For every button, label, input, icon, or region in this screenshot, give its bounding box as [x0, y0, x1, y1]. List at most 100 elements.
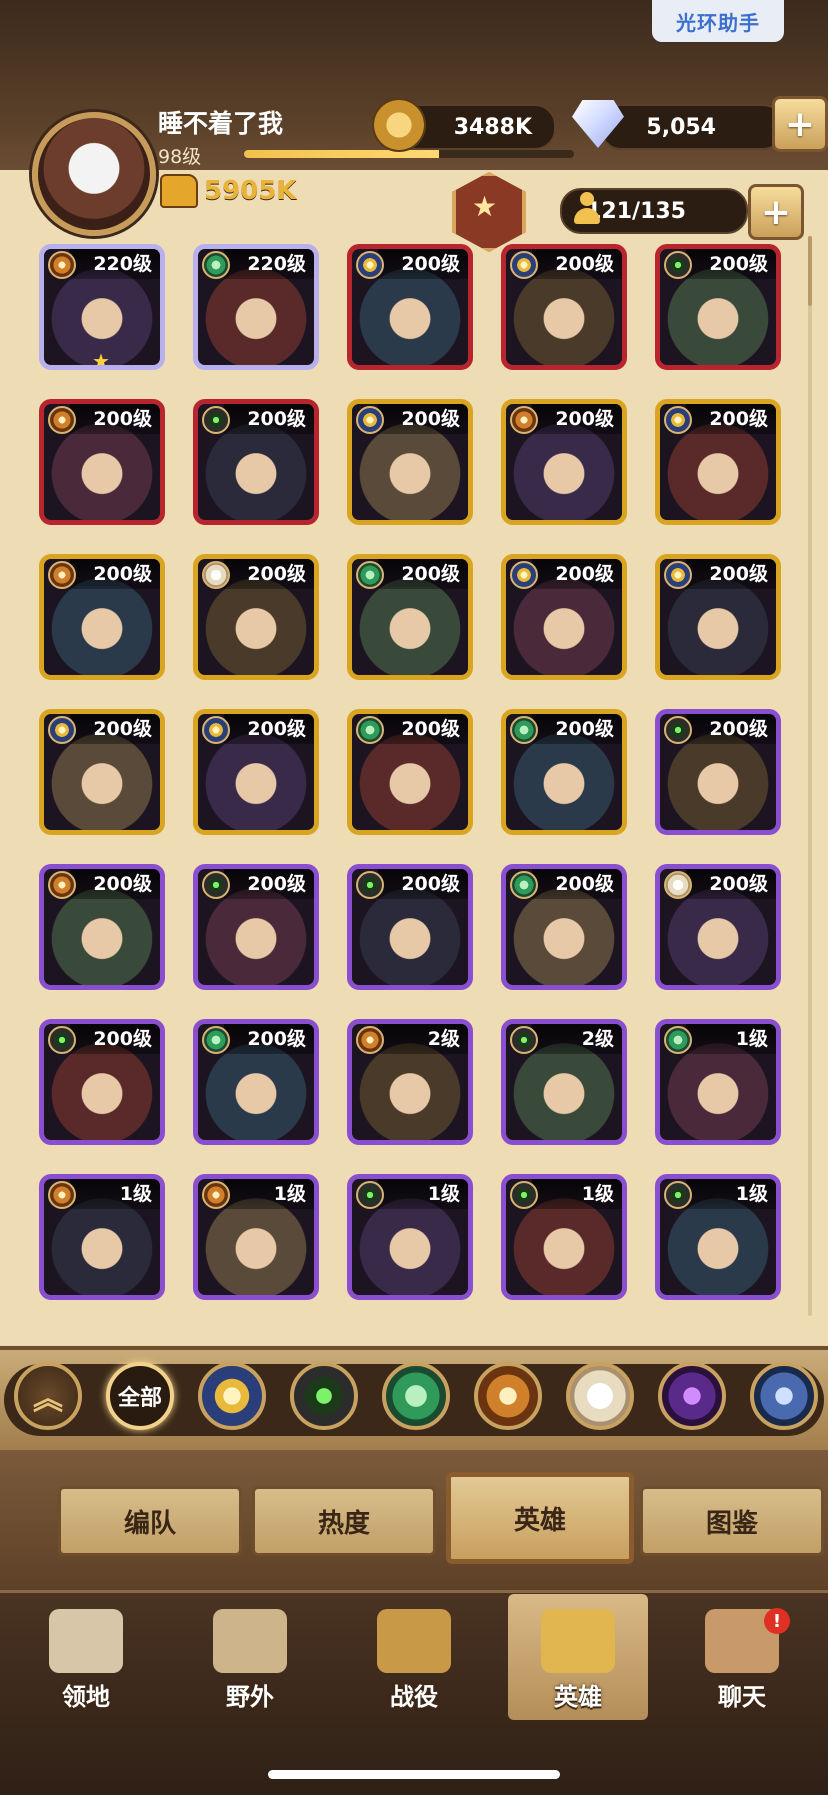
- lightbearers-faction-icon: [510, 251, 538, 279]
- hero-level: 200级: [378, 249, 468, 279]
- graveborn-faction-icon: [356, 871, 384, 899]
- hero-level: 220级: [70, 249, 160, 279]
- hero-card[interactable]: 200级: [655, 709, 781, 835]
- hero-level: 200级: [70, 714, 160, 744]
- hero-card[interactable]: 200级: [193, 399, 319, 525]
- hero-level: 200级: [532, 869, 622, 899]
- hero-card[interactable]: 1级: [193, 1174, 319, 1300]
- maulers-faction-icon: [48, 1181, 76, 1209]
- map-scroll-icon: [213, 1609, 287, 1673]
- hero-level: 200级: [378, 714, 468, 744]
- maulers-faction-icon: [356, 1026, 384, 1054]
- hero-card[interactable]: 200级: [501, 864, 627, 990]
- filter-graveborn-button[interactable]: [290, 1362, 358, 1430]
- hero-card[interactable]: 1级: [655, 1174, 781, 1300]
- hero-card[interactable]: 1级: [39, 1174, 165, 1300]
- graveborn-faction-icon: [510, 1026, 538, 1054]
- hero-card[interactable]: 220级 ★: [39, 244, 165, 370]
- subtab-0[interactable]: 编队: [58, 1486, 242, 1556]
- hero-card[interactable]: 200级: [39, 864, 165, 990]
- hero-card[interactable]: 200级: [193, 864, 319, 990]
- nav-label: 野外: [226, 1683, 274, 1711]
- hero-card[interactable]: 200级: [39, 1019, 165, 1145]
- filter-wilders-button[interactable]: [382, 1362, 450, 1430]
- fist-icon: [160, 174, 198, 208]
- hero-level: 200级: [686, 249, 776, 279]
- filter-celestial-button[interactable]: [566, 1362, 634, 1430]
- notification-badge: !: [764, 1608, 790, 1634]
- filter-all-button[interactable]: 全部: [106, 1362, 174, 1430]
- gold-amount: 3488K: [453, 114, 532, 140]
- hero-level: 200级: [70, 559, 160, 589]
- scrollbar-thumb[interactable]: [808, 236, 812, 306]
- hero-card[interactable]: 200级: [655, 864, 781, 990]
- power-display: 5905K: [160, 174, 297, 208]
- hero-card[interactable]: 220级: [193, 244, 319, 370]
- expand-roster-button[interactable]: +: [748, 184, 804, 240]
- hero-card[interactable]: 200级: [347, 864, 473, 990]
- hero-level: 200级: [532, 404, 622, 434]
- hero-card[interactable]: 200级: [501, 709, 627, 835]
- nav-chat[interactable]: 聊天!: [672, 1600, 812, 1720]
- hero-level: 1级: [532, 1179, 622, 1209]
- filter-dimensional-button[interactable]: [750, 1362, 818, 1430]
- hero-card[interactable]: 200级: [39, 709, 165, 835]
- user-icon: [572, 192, 602, 226]
- home-indicator: [268, 1770, 560, 1779]
- scrollbar[interactable]: [808, 236, 812, 1316]
- graveborn-faction-icon: [48, 1026, 76, 1054]
- hero-helmet-icon: [541, 1609, 615, 1673]
- hero-card[interactable]: 1级: [501, 1174, 627, 1300]
- hero-card[interactable]: 200级: [501, 244, 627, 370]
- subtab-3[interactable]: 图鉴: [640, 1486, 824, 1556]
- hero-level: 1级: [70, 1179, 160, 1209]
- exp-fill: [244, 150, 439, 158]
- filter-maulers-button[interactable]: [474, 1362, 542, 1430]
- hero-card[interactable]: 200级: [501, 399, 627, 525]
- hero-card[interactable]: 200级: [39, 554, 165, 680]
- player-avatar[interactable]: [32, 112, 156, 236]
- maulers-faction-icon: [510, 406, 538, 434]
- hero-card[interactable]: 200级: [501, 554, 627, 680]
- lightbearers-faction-icon: [356, 251, 384, 279]
- hero-level: 200级: [70, 869, 160, 899]
- hero-card[interactable]: 200级: [655, 399, 781, 525]
- hero-level: 200级: [224, 404, 314, 434]
- nav-castle[interactable]: 领地: [16, 1600, 156, 1720]
- wilders-faction-icon: [202, 1026, 230, 1054]
- filter-hypogean-button[interactable]: [658, 1362, 726, 1430]
- hero-card[interactable]: 200级: [193, 1019, 319, 1145]
- maulers-faction-icon: [48, 251, 76, 279]
- hero-level: 1级: [378, 1179, 468, 1209]
- lightbearers-faction-icon: [664, 406, 692, 434]
- hero-card[interactable]: 200级: [347, 554, 473, 680]
- hero-card[interactable]: 200级: [347, 709, 473, 835]
- nav-map-scroll[interactable]: 野外: [180, 1600, 320, 1720]
- wilders-faction-icon: [510, 716, 538, 744]
- hero-card[interactable]: 200级: [193, 554, 319, 680]
- add-diamonds-button[interactable]: +: [772, 96, 828, 152]
- hero-card[interactable]: 200级: [39, 399, 165, 525]
- wilders-faction-icon: [356, 561, 384, 589]
- hero-card[interactable]: 200级: [347, 244, 473, 370]
- hero-card[interactable]: 2级: [501, 1019, 627, 1145]
- scroll-to-top-button[interactable]: ︽: [14, 1362, 82, 1430]
- subtab-1[interactable]: 热度: [252, 1486, 436, 1556]
- subtab-2[interactable]: 英雄: [446, 1472, 634, 1564]
- filter-lightbearers-button[interactable]: [198, 1362, 266, 1430]
- helper-button[interactable]: 光环助手: [652, 0, 784, 42]
- wilders-faction-icon: [664, 1026, 692, 1054]
- nav-campaign-swords[interactable]: 战役: [344, 1600, 484, 1720]
- hero-card[interactable]: 2级: [347, 1019, 473, 1145]
- nav-hero-helmet[interactable]: 英雄: [508, 1594, 648, 1720]
- hero-card[interactable]: 200级: [655, 554, 781, 680]
- hero-card[interactable]: 200级: [655, 244, 781, 370]
- hero-level: 200级: [224, 869, 314, 899]
- hero-card[interactable]: 1级: [347, 1174, 473, 1300]
- hero-card[interactable]: 200级: [347, 399, 473, 525]
- hero-level: 200级: [532, 714, 622, 744]
- hero-card[interactable]: 1级: [655, 1019, 781, 1145]
- hero-card[interactable]: 200级: [193, 709, 319, 835]
- hero-level: 200级: [686, 714, 776, 744]
- star-icon: ★: [92, 349, 110, 370]
